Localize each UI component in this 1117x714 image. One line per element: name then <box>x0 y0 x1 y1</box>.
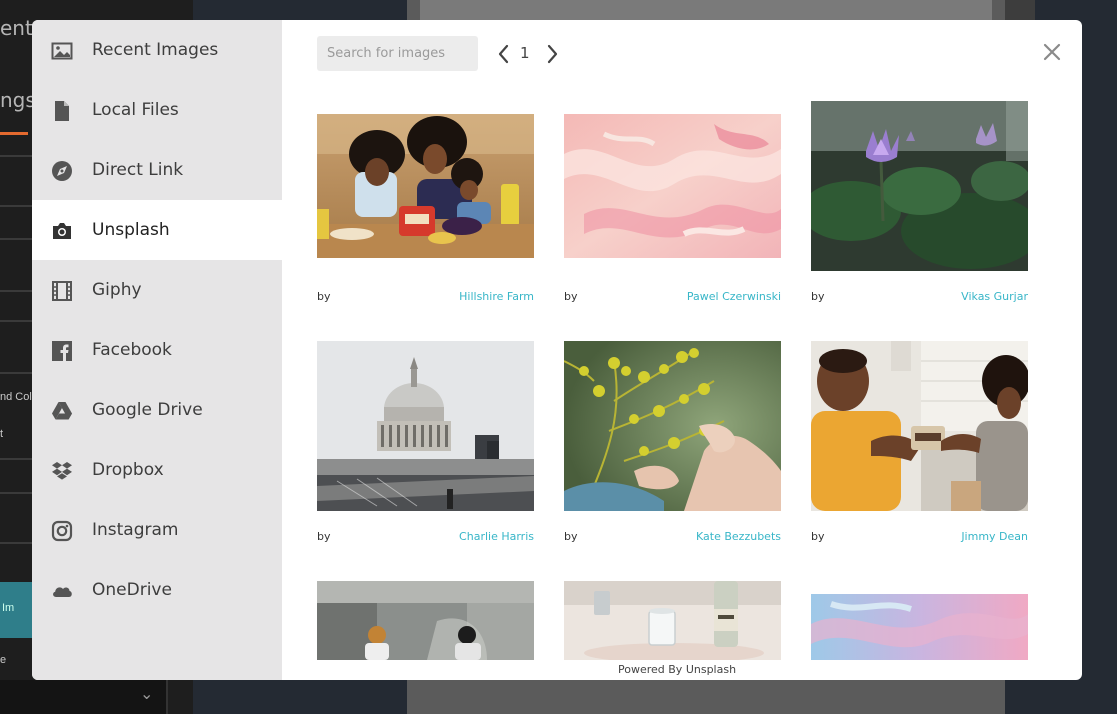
background-divider <box>0 542 32 544</box>
photo-author-link[interactable]: Kate Bezzubets <box>696 530 781 543</box>
film-icon <box>51 280 73 302</box>
photo-card: by Jimmy Dean <box>811 340 1028 550</box>
background-divider <box>0 155 32 157</box>
sidebar-item-label: Direct Link <box>92 160 184 180</box>
photo-card <box>317 580 534 660</box>
photo-card: by Pawel Czerwinski <box>564 100 781 310</box>
photo-author-link[interactable]: Jimmy Dean <box>961 530 1028 543</box>
background-canvas-top <box>420 0 992 20</box>
sidebar-item-label: Recent Images <box>92 40 219 60</box>
background-divider <box>166 680 168 714</box>
sidebar-item-label: Dropbox <box>92 460 164 480</box>
cathedral-dome-photo[interactable] <box>317 341 534 511</box>
background-image-button: Im <box>0 582 32 638</box>
photo-card: by Kate Bezzubets <box>564 340 781 550</box>
photo-card <box>811 580 1028 660</box>
background-label-fragment: nd Col <box>0 391 32 403</box>
background-divider <box>0 372 32 374</box>
photo-author-link[interactable]: Pawel Czerwinski <box>687 290 781 303</box>
image-picker-modal: Recent Images Local Files Direct Link Un… <box>32 20 1082 680</box>
photo-author-link[interactable]: Hillshire Farm <box>459 290 534 303</box>
photo-by-label: by <box>564 290 578 303</box>
background-divider <box>0 458 32 460</box>
sidebar-item-label: Unsplash <box>92 220 170 240</box>
close-icon[interactable] <box>1040 40 1064 64</box>
sidebar-item-google-drive[interactable]: Google Drive <box>32 380 282 440</box>
lotus-flowers-photo[interactable] <box>811 101 1028 271</box>
background-divider <box>0 290 32 292</box>
background-divider <box>0 320 32 322</box>
photo-card <box>564 580 781 660</box>
source-sidebar: Recent Images Local Files Direct Link Un… <box>32 20 282 680</box>
sidebar-item-onedrive[interactable]: OneDrive <box>32 560 282 620</box>
background-image-button-label: Im <box>2 602 15 614</box>
facebook-icon <box>51 340 73 362</box>
background-divider <box>0 492 32 494</box>
background-active-underline <box>0 132 28 135</box>
background-divider <box>0 205 32 207</box>
file-icon <box>51 100 73 122</box>
sidebar-item-label: Giphy <box>92 280 142 300</box>
blue-pink-marble-photo[interactable] <box>811 594 1028 660</box>
glass-bottles-photo[interactable] <box>564 581 781 660</box>
sidebar-item-label: Instagram <box>92 520 179 540</box>
yellow-plant-photo[interactable] <box>564 341 781 511</box>
compass-link-icon <box>51 160 73 182</box>
search-input[interactable] <box>317 36 478 71</box>
photo-by-label: by <box>811 290 825 303</box>
pink-marble-photo[interactable] <box>564 114 781 258</box>
family-snack-photo[interactable] <box>317 114 534 258</box>
powered-by-label: Powered By Unsplash <box>618 663 737 676</box>
chevron-right-icon[interactable] <box>544 43 560 65</box>
sidebar-item-recent-images[interactable]: Recent Images <box>32 20 282 80</box>
onedrive-icon <box>51 580 73 602</box>
kitchen-couple-photo[interactable] <box>811 341 1028 511</box>
image-icon <box>51 40 73 62</box>
background-label-fragment: e <box>0 654 7 666</box>
sidebar-item-instagram[interactable]: Instagram <box>32 500 282 560</box>
motorcyclists-photo[interactable] <box>317 581 534 660</box>
photo-by-label: by <box>811 530 825 543</box>
sidebar-item-direct-link[interactable]: Direct Link <box>32 140 282 200</box>
background-label-fragment: t <box>0 428 4 440</box>
camera-icon <box>51 220 73 242</box>
google-drive-icon <box>51 400 73 422</box>
chevron-left-icon[interactable] <box>496 43 512 65</box>
chevron-down-icon: ⌄ <box>140 686 154 703</box>
photo-card: by Vikas Gurjar <box>811 100 1028 310</box>
background-right-toolbar <box>1005 0 1035 20</box>
instagram-icon <box>51 520 73 542</box>
background-settings-fragment: ngs <box>0 88 36 112</box>
photo-card: by Charlie Harris <box>317 340 534 550</box>
photo-author-link[interactable]: Charlie Harris <box>459 530 534 543</box>
photo-by-label: by <box>317 290 331 303</box>
sidebar-item-label: OneDrive <box>92 580 172 600</box>
sidebar-item-label: Google Drive <box>92 400 203 420</box>
sidebar-item-label: Facebook <box>92 340 172 360</box>
sidebar-item-facebook[interactable]: Facebook <box>32 320 282 380</box>
dropbox-icon <box>51 460 73 482</box>
sidebar-item-unsplash[interactable]: Unsplash <box>32 200 282 260</box>
photo-card: by Hillshire Farm <box>317 100 534 310</box>
background-divider <box>0 238 32 240</box>
sidebar-item-giphy[interactable]: Giphy <box>32 260 282 320</box>
photo-author-link[interactable]: Vikas Gurjar <box>961 290 1028 303</box>
photo-by-label: by <box>317 530 331 543</box>
sidebar-item-local-files[interactable]: Local Files <box>32 80 282 140</box>
sidebar-item-label: Local Files <box>92 100 179 120</box>
page-number: 1 <box>520 44 530 62</box>
sidebar-item-dropbox[interactable]: Dropbox <box>32 440 282 500</box>
photo-by-label: by <box>564 530 578 543</box>
